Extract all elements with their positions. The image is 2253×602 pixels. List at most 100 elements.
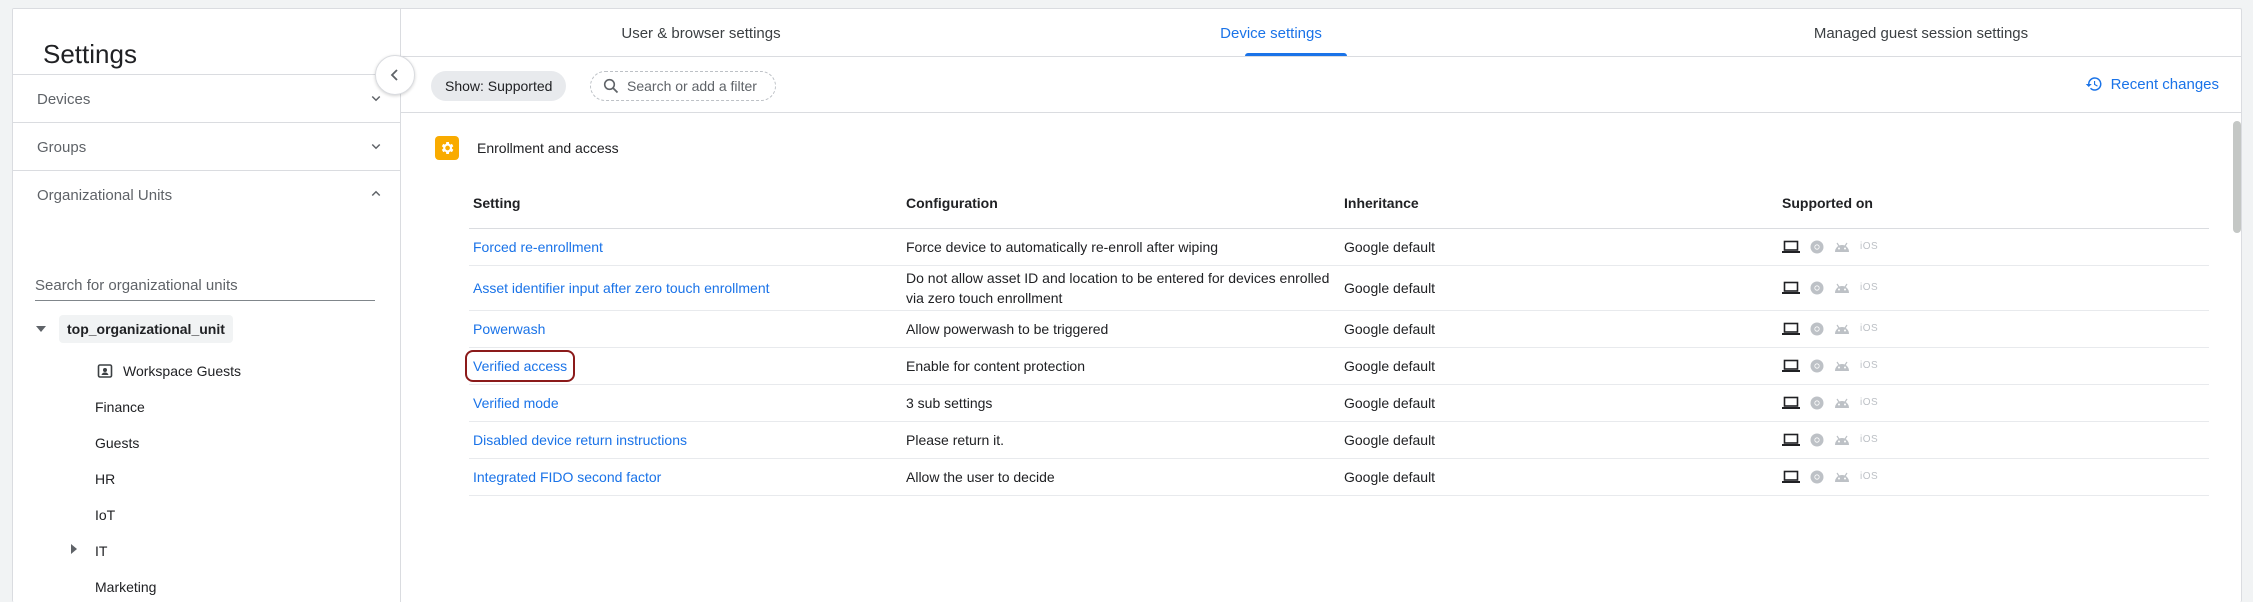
table-row[interactable]: Forced re-enrollment Force device to auto… [469,228,2209,266]
caret-down-icon[interactable] [35,323,47,335]
chrome-icon [1810,433,1824,446]
configuration-cell: 3 sub settings [902,384,1340,422]
ios-icon: iOS [1860,281,1879,293]
supported-on-cell: iOS [1778,458,2209,496]
tree-item-label: Marketing [95,579,157,595]
tree-item-workspace-guests[interactable]: Workspace Guests [97,357,241,385]
setting-cell: Integrated FIDO second factor [469,458,902,496]
supported-on-cell: iOS [1778,384,2209,422]
tree-item-marketing[interactable]: Marketing [95,573,156,601]
configuration-cell: Do not allow asset ID and location to be… [902,265,1340,311]
chrome-icon [1810,322,1824,335]
recent-changes-label: Recent changes [2110,75,2219,93]
setting-cell: Verified mode [469,384,902,422]
tree-item-label: IoT [95,507,116,523]
active-tab-indicator [1245,53,1347,56]
sidebar-section-label: Organizational Units [37,187,173,204]
tree-item-label: Finance [95,399,145,415]
setting-link[interactable]: Verified mode [473,395,559,411]
setting-link[interactable]: Asset identifier input after zero touch … [473,280,770,296]
caret-right-icon[interactable] [69,543,79,555]
tree-root-ou[interactable]: top_organizational_unit [59,315,233,343]
ios-icon: iOS [1860,240,1879,252]
scrollbar[interactable] [2233,121,2241,233]
inheritance-cell: Google default [1340,228,1778,266]
configuration-cell: Please return it. [902,421,1340,459]
inheritance-cell: Google default [1340,384,1778,422]
laptop-icon [1782,281,1800,294]
chevron-left-icon [390,69,398,81]
chrome-icon [1810,240,1824,253]
ios-icon: iOS [1860,322,1879,334]
sidebar-section-groups[interactable]: Groups [13,122,401,170]
tree-item-hr[interactable]: HR [95,465,115,493]
chip-label: Show: Supported [445,78,553,94]
sidebar-section-devices[interactable]: Devices [13,74,401,122]
supported-on-cell: iOS [1778,228,2209,266]
tab-managed-guest-session-settings[interactable]: Managed guest session settings [1741,9,2101,57]
setting-link[interactable]: Integrated FIDO second factor [473,469,661,485]
ios-icon: iOS [1860,470,1879,482]
tab-device-settings[interactable]: Device settings [1151,9,1391,57]
tab-label: User & browser settings [621,24,781,42]
android-icon [1835,361,1849,371]
sidebar-section-organizational-units[interactable]: Organizational Units [13,170,401,218]
configuration-cell: Force device to automatically re-enroll … [902,228,1340,266]
chrome-icon [1810,281,1824,294]
chevron-up-icon [371,190,381,197]
supported-on-cell: iOS [1778,265,2209,311]
column-header: Inheritance [1340,178,1778,229]
laptop-icon [1782,470,1800,483]
android-icon [1835,283,1849,293]
filter-input[interactable] [627,78,757,94]
table-row[interactable]: Powerwash Allow powerwash to be triggered… [469,310,2209,348]
column-header: Setting [469,178,902,229]
configuration-cell: Enable for content protection [902,347,1340,385]
laptop-icon [1782,240,1800,253]
tree-item-iot[interactable]: IoT [95,501,115,529]
setting-link[interactable]: Disabled device return instructions [473,432,687,448]
filter-chip[interactable] [590,71,776,101]
ios-icon: iOS [1860,359,1879,371]
tab-user-browser-settings[interactable]: User & browser settings [551,9,851,57]
sidebar: Settings Devices Groups Organizational U… [13,9,401,602]
supported-on-cell: iOS [1778,421,2209,459]
table-row[interactable]: Verified access Enable for content protec… [465,347,2209,385]
table-row[interactable]: Integrated FIDO second factor Allow the u… [469,458,2209,496]
table-header-row: Setting Configuration Inheritance Suppor… [469,178,2209,229]
android-icon [1835,435,1849,445]
inheritance-cell: Google default [1340,421,1778,459]
show-supported-chip[interactable]: Show: Supported [431,71,567,101]
tree-item-guests[interactable]: Guests [95,429,139,457]
tree-item-it[interactable]: IT [95,537,107,565]
setting-link[interactable]: Powerwash [473,321,545,337]
recent-changes-link[interactable]: Recent changes [2085,75,2219,93]
setting-link[interactable]: Verified access [465,349,576,382]
settings-content: Enrollment and access Setting Configurat… [401,114,2241,602]
inheritance-cell: Google default [1340,458,1778,496]
supported-on-cell: iOS [1778,310,2209,348]
tree-item-label: HR [95,471,116,487]
sidebar-section-label: Groups [37,139,87,156]
setting-link[interactable]: Forced re-enrollment [473,239,603,255]
tree-item-finance[interactable]: Finance [95,393,145,421]
ou-search-input[interactable] [35,273,375,297]
collapse-sidebar-button[interactable] [375,55,415,95]
settings-table: Setting Configuration Inheritance Suppor… [465,178,2209,496]
supported-on-cell: iOS [1778,347,2209,385]
table-row[interactable]: Disabled device return instructions Pleas… [469,421,2209,459]
table-row[interactable]: Verified mode 3 sub settings Google defaul… [469,384,2209,422]
search-icon [603,78,619,94]
chevron-down-icon [371,95,381,102]
inheritance-cell: Google default [1340,310,1778,348]
chrome-icon [1810,470,1824,483]
inheritance-cell: Google default [1340,347,1778,385]
ios-icon: iOS [1860,396,1879,408]
laptop-icon [1782,322,1800,335]
table-row[interactable]: Asset identifier input after zero touch … [469,265,2209,311]
android-icon [1835,242,1849,252]
chevron-down-icon [371,143,381,150]
setting-cell: Asset identifier input after zero touch … [469,265,902,311]
setting-cell: Forced re-enrollment [469,228,902,266]
setting-cell: Powerwash [469,310,902,348]
